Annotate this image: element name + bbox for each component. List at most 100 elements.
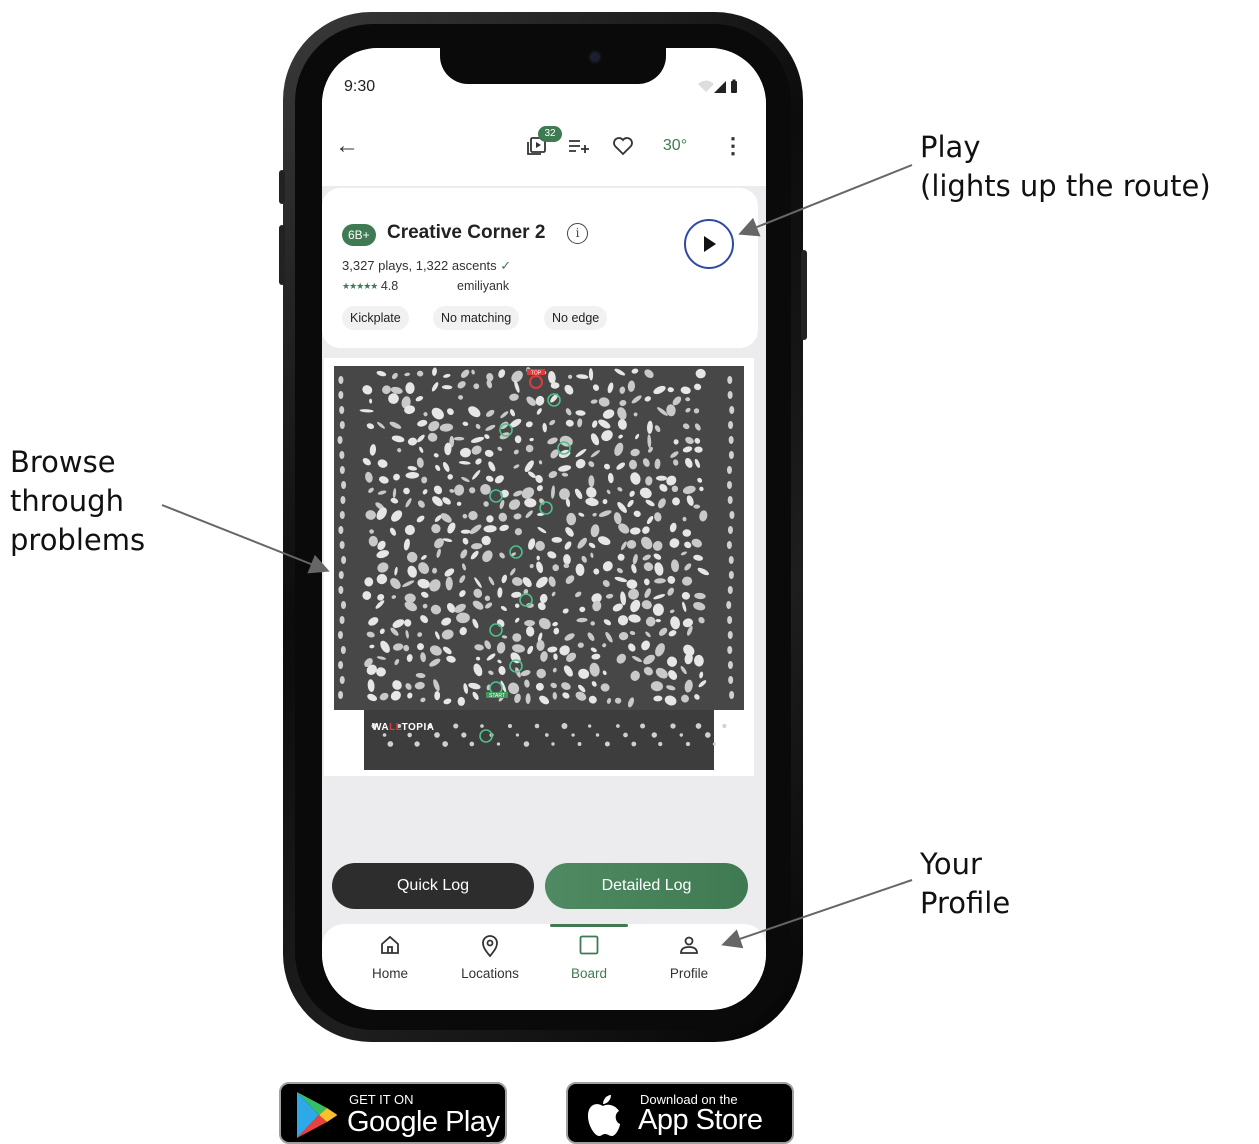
climbing-hold (416, 515, 425, 523)
climbing-hold (699, 510, 708, 522)
angle-selector[interactable]: 30° (652, 126, 698, 166)
climbing-hold (566, 512, 577, 526)
climbing-hold (392, 488, 397, 499)
climbing-hold (592, 512, 597, 517)
climbing-hold (616, 568, 623, 574)
climbing-hold (581, 555, 587, 563)
climbing-hold (368, 487, 374, 493)
climbing-hold (588, 475, 595, 488)
climbing-hold (415, 396, 424, 402)
climbing-hold (362, 385, 373, 395)
climbing-hold (593, 568, 600, 575)
kickboard-hold (469, 741, 475, 747)
climbing-hold (585, 497, 599, 507)
climbing-hold (403, 487, 410, 495)
climbing-hold (417, 419, 428, 427)
climbing-hold (551, 485, 555, 499)
climbing-hold (601, 430, 613, 442)
climbing-hold (727, 631, 733, 639)
climbing-hold (414, 681, 425, 690)
climbing-hold (500, 605, 507, 612)
board-icon (544, 934, 634, 964)
climbing-hold (511, 577, 523, 586)
climbing-hold (431, 382, 439, 392)
climbing-hold (524, 498, 537, 508)
climbing-hold (338, 586, 344, 594)
route-hold-marker (489, 489, 503, 503)
nav-board[interactable]: Board (544, 934, 634, 981)
climbing-hold (626, 579, 638, 589)
climbing-hold (377, 459, 388, 468)
climbing-hold (527, 645, 534, 655)
climbing-hold (577, 537, 587, 549)
climbing-hold (681, 694, 689, 703)
quick-log-button[interactable]: Quick Log (332, 863, 534, 909)
climbing-hold (453, 436, 465, 441)
climbing-hold (693, 601, 706, 611)
climbing-hold (586, 487, 597, 498)
climbing-hold (525, 421, 533, 428)
climbing-hold (421, 554, 427, 560)
climbing-hold (524, 460, 534, 473)
app-store-badge[interactable]: Download on the App Store (566, 1082, 794, 1144)
climbing-hold (484, 595, 491, 602)
nav-profile[interactable]: Profile (644, 934, 734, 981)
climbing-hold (390, 497, 399, 504)
back-arrow-icon[interactable]: ← (332, 126, 362, 166)
nav-home[interactable]: Home (345, 934, 435, 981)
climbing-hold (673, 439, 679, 445)
climbing-hold (508, 499, 521, 510)
detailed-log-button[interactable]: Detailed Log (545, 863, 748, 909)
add-to-list-icon[interactable] (564, 126, 594, 166)
climbing-hold (672, 497, 680, 506)
google-play-badge[interactable]: GET IT ON Google Play (279, 1082, 507, 1144)
nav-locations[interactable]: Locations (445, 934, 535, 981)
climbing-hold (653, 594, 666, 600)
climbing-hold (432, 567, 438, 574)
climbing-hold (368, 535, 378, 547)
climbing-hold (647, 434, 652, 448)
climbing-hold (488, 576, 495, 586)
climbing-hold (338, 391, 344, 399)
climbing-hold (657, 498, 666, 509)
climbing-hold (698, 680, 707, 688)
climbing-hold (684, 563, 692, 571)
climbing-hold (627, 499, 634, 508)
climbing-hold (551, 591, 556, 597)
heart-icon[interactable] (607, 126, 639, 166)
climbing-hold (577, 418, 583, 428)
climbing-hold (614, 442, 624, 456)
climbing-hold (469, 524, 482, 535)
climbing-hold (535, 540, 545, 551)
climbing-hold (364, 577, 374, 587)
climbing-hold (461, 563, 467, 571)
climbing-hold (598, 419, 611, 429)
kickboard-hold (387, 741, 394, 747)
info-icon[interactable]: i (567, 223, 588, 244)
climbing-hold (338, 526, 344, 534)
climbing-hold (509, 418, 522, 428)
climbing-hold (590, 621, 595, 626)
climbing-hold (697, 477, 703, 483)
climbing-hold (632, 655, 642, 663)
climbing-hold (359, 409, 374, 413)
climbing-hold (471, 445, 482, 455)
climbing-hold (391, 595, 397, 599)
climbing-hold (728, 436, 734, 444)
climbing-hold (390, 690, 401, 701)
more-menu-icon[interactable]: ⋮ (720, 126, 746, 166)
climbing-hold (416, 457, 424, 468)
climbing-wall-board[interactable]: TOP START (334, 366, 744, 747)
climbing-hold (405, 471, 420, 479)
climbing-hold (404, 524, 415, 536)
play-button[interactable] (684, 219, 734, 269)
climbing-hold (655, 667, 668, 679)
climbing-hold (693, 554, 704, 561)
climbing-hold (390, 578, 401, 589)
kickboard-hold (515, 733, 520, 737)
climbing-hold (497, 659, 502, 664)
climbing-hold (667, 587, 675, 596)
climbing-hold (697, 567, 709, 576)
route-hold-marker (509, 545, 523, 559)
climbing-hold (565, 527, 574, 537)
